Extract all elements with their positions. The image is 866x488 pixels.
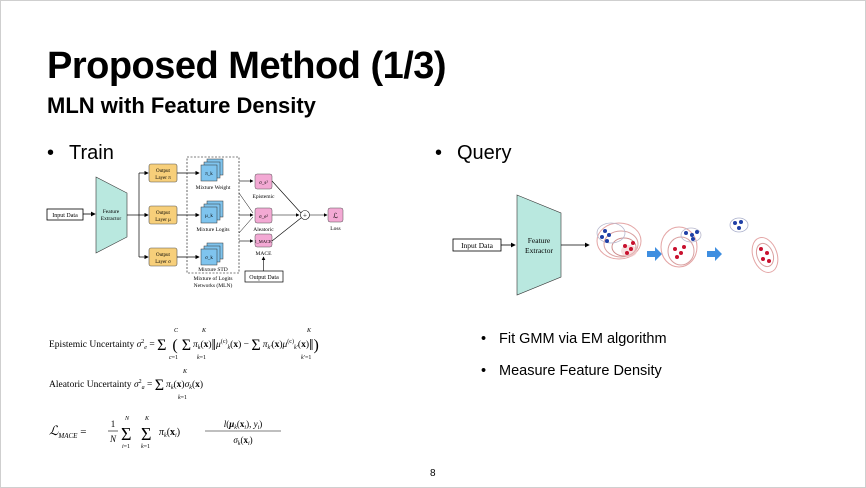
eq-limit: k=1 bbox=[141, 444, 150, 450]
plus-symbol: + bbox=[303, 212, 307, 220]
output-layer-mu-l1: Output bbox=[156, 211, 171, 216]
output-layer-sigma-l2: Layer σ bbox=[155, 260, 171, 265]
eq-term: πk(xi) bbox=[159, 427, 180, 439]
mace-equation: ℒMACE = bbox=[49, 423, 86, 440]
epistemic-label: Epistemic bbox=[253, 194, 276, 200]
step-fit-gmm-label: Fit GMM via EM algorithm bbox=[499, 331, 667, 347]
mln-caption-line1: Mixture of Logits bbox=[193, 275, 232, 282]
step-measure-density-label: Measure Feature Density bbox=[499, 363, 662, 379]
mixture-std-stack: σ_k bbox=[200, 242, 224, 266]
output-layer-sigma-l1: Output bbox=[156, 253, 171, 258]
eq-sum: Σ bbox=[141, 424, 151, 444]
mixture-logits-symbol: μ_k bbox=[205, 214, 213, 219]
mixture-logits-stack: μ_k bbox=[200, 200, 224, 224]
output-layer-pi-l2: Layer π bbox=[155, 176, 171, 181]
output-layer-mu-l2: Layer μ bbox=[155, 218, 171, 223]
query-input-label: Input Data bbox=[461, 241, 494, 250]
aleatoric-label: Aleatoric bbox=[253, 227, 274, 233]
train-extractor-line1: Feature bbox=[103, 209, 120, 215]
step-measure-density: • Measure Feature Density bbox=[481, 363, 662, 379]
output-data-label: Output Data bbox=[249, 275, 279, 281]
mixture-weight-stack: π_k bbox=[200, 158, 224, 182]
aleatoric-symbol: σ_e² bbox=[259, 214, 268, 220]
step-fit-gmm: • Fit GMM via EM algorithm bbox=[481, 331, 667, 347]
eq-limit: i=1 bbox=[122, 444, 130, 450]
aleatoric-equation: Aleatoric Uncertainty σ2a = Σπk(x)σk(x) bbox=[49, 377, 203, 394]
mixture-weight-label: Mixture Weight bbox=[196, 185, 231, 191]
train-diagram: Input Data Feature Extractor Output Laye… bbox=[46, 156, 344, 289]
eq-limit: K bbox=[201, 328, 207, 334]
eq-sum: Σ bbox=[121, 424, 131, 444]
slide: Proposed Method (1/3) MLN with Feature D… bbox=[0, 0, 866, 488]
eq-limit: c=1 bbox=[169, 355, 178, 361]
equations: Epistemic Uncertainty σ2e = Σ(Σπk(x)‖μ(c… bbox=[49, 328, 319, 450]
density-plot-3 bbox=[729, 217, 779, 273]
mln-caption-line2: Networks (MLN) bbox=[194, 282, 233, 289]
loss-label: Loss bbox=[330, 226, 340, 232]
output-layer-pi-l1: Output bbox=[156, 169, 171, 174]
eq-limit: k=1 bbox=[178, 395, 187, 401]
eq-limit: K bbox=[144, 416, 150, 422]
density-plot-2 bbox=[660, 226, 702, 268]
mixture-std-label: Mixture STD bbox=[198, 267, 228, 273]
eq-limit: k=1 bbox=[197, 355, 206, 361]
query-bullet: • Query bbox=[435, 142, 512, 164]
query-diagram: Input Data Feature Extractor bbox=[452, 194, 779, 296]
query-extractor-line1: Feature bbox=[528, 236, 551, 245]
train-input-label: Input Data bbox=[52, 213, 78, 219]
epistemic-symbol: σ_s² bbox=[259, 180, 268, 186]
page-number: 8 bbox=[430, 468, 436, 479]
density-plot-1 bbox=[596, 222, 642, 260]
slide-subtitle: MLN with Feature Density bbox=[47, 93, 316, 118]
step-arrow-2 bbox=[707, 247, 722, 261]
eq-frac: σk(xi) bbox=[233, 435, 252, 447]
eq-limit: k'=1 bbox=[301, 355, 311, 361]
eq-frac: 1 bbox=[111, 419, 116, 429]
mace-label: MACE bbox=[256, 251, 273, 257]
query-feature-extractor bbox=[516, 194, 562, 296]
mixture-weight-symbol: π_k bbox=[205, 172, 213, 177]
eq-limit: C bbox=[174, 328, 179, 334]
step-arrow-1 bbox=[647, 247, 662, 261]
epistemic-equation: Epistemic Uncertainty σ2e = Σ(Σπk(x)‖μ(c… bbox=[49, 337, 319, 354]
eq-frac: l(μk(xi), yi) bbox=[224, 419, 263, 431]
slide-title: Proposed Method (1/3) bbox=[47, 45, 447, 87]
mixture-logits-label: Mixture Logits bbox=[196, 227, 229, 233]
mace-symbol: l_MACE bbox=[255, 239, 272, 244]
train-extractor-line2: Extractor bbox=[101, 216, 122, 222]
eq-frac: N bbox=[109, 434, 117, 444]
eq-limit: K bbox=[306, 328, 312, 334]
eq-limit: K bbox=[182, 369, 188, 375]
eq-limit: N bbox=[124, 416, 130, 422]
mixture-std-symbol: σ_k bbox=[205, 256, 213, 261]
loss-symbol: ℒ bbox=[333, 212, 338, 220]
query-heading: Query bbox=[457, 142, 512, 164]
query-extractor-line2: Extractor bbox=[525, 246, 553, 255]
train-feature-extractor bbox=[95, 176, 128, 254]
